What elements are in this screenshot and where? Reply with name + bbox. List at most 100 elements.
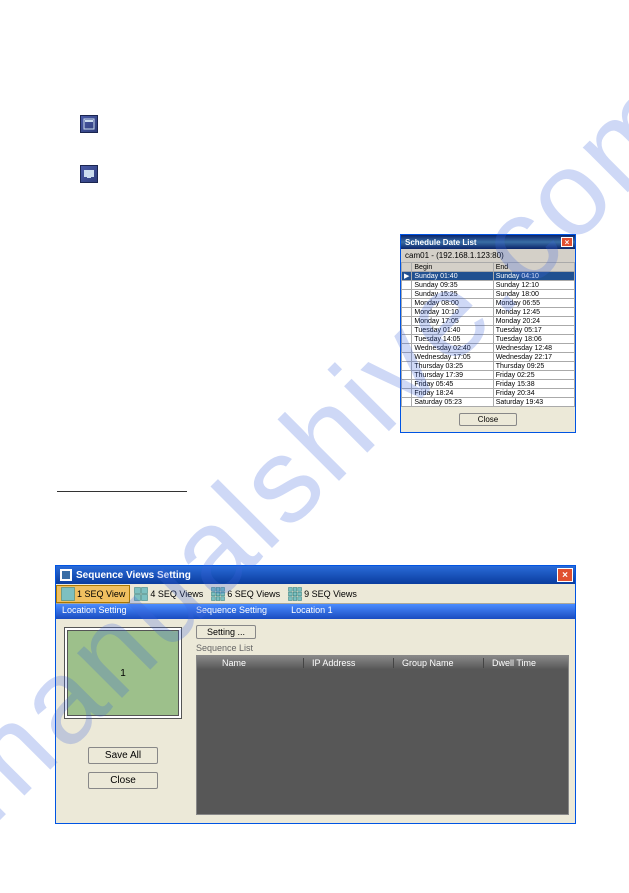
cell-begin: Tuesday 14:05 <box>412 335 493 344</box>
row-marker <box>402 344 412 353</box>
row-marker <box>402 362 412 371</box>
row-marker <box>402 317 412 326</box>
seq-header-label: Sequence Setting <box>196 605 267 618</box>
location-setting-header: Location Setting <box>56 604 190 619</box>
row-marker <box>402 326 412 335</box>
table-row[interactable]: Wednesday 02:40Wednesday 12:48 <box>402 344 575 353</box>
grid-icon <box>288 587 302 601</box>
location-setting-panel: Location Setting 1 Save All Close <box>56 604 190 823</box>
table-row[interactable]: Tuesday 01:40Tuesday 05:17 <box>402 326 575 335</box>
row-marker <box>402 389 412 398</box>
sequence-list: Name IP Address Group Name Dwell Time <box>196 655 569 815</box>
seq-header-loc: Location 1 <box>291 605 333 618</box>
table-row[interactable]: Saturday 05:23Saturday 19:43 <box>402 398 575 407</box>
table-row[interactable]: Tuesday 14:05Tuesday 18:06 <box>402 335 575 344</box>
cell-begin: Monday 10:10 <box>412 308 493 317</box>
cell-begin: Sunday 09:35 <box>412 281 493 290</box>
cell-end: Friday 15:38 <box>493 380 574 389</box>
cell-end: Wednesday 12:48 <box>493 344 574 353</box>
table-row[interactable]: Monday 08:00Monday 06:55 <box>402 299 575 308</box>
toolbar-item-1[interactable]: 1 SEQ View <box>56 585 130 603</box>
row-marker <box>402 281 412 290</box>
cell-end: Sunday 04:10 <box>493 272 574 281</box>
table-row[interactable]: Sunday 09:35Sunday 12:10 <box>402 281 575 290</box>
cell-end: Tuesday 18:06 <box>493 335 574 344</box>
save-all-button[interactable]: Save All <box>88 747 158 764</box>
divider-line <box>57 491 187 492</box>
close-icon[interactable]: × <box>561 237 573 247</box>
row-marker <box>402 290 412 299</box>
cell-begin: Thursday 17:39 <box>412 371 493 380</box>
cell-begin: Saturday 05:23 <box>412 398 493 407</box>
cell-begin: Wednesday 02:40 <box>412 344 493 353</box>
toolbar-item-label: 9 SEQ Views <box>304 589 357 599</box>
table-row[interactable]: Thursday 17:39Friday 02:25 <box>402 371 575 380</box>
app-icon <box>60 569 72 581</box>
schedule-titlebar: Schedule Date List × <box>401 235 575 249</box>
cell-end: Thursday 09:25 <box>493 362 574 371</box>
toolbar-item-label: 4 SEQ Views <box>150 589 203 599</box>
row-marker: ▶ <box>402 272 412 281</box>
setting-button[interactable]: Setting ... <box>196 625 256 639</box>
col-dwell: Dwell Time <box>484 658 568 668</box>
cell-end: Monday 06:55 <box>493 299 574 308</box>
sequence-setting-header: Sequence Setting Location 1 <box>190 604 575 619</box>
table-row[interactable]: Friday 05:45Friday 15:38 <box>402 380 575 389</box>
col-group: Group Name <box>394 658 484 668</box>
col-ip: IP Address <box>304 658 394 668</box>
row-marker <box>402 398 412 407</box>
location-thumbnail[interactable]: 1 <box>67 630 179 716</box>
table-row[interactable]: Wednesday 17:05Wednesday 22:17 <box>402 353 575 362</box>
cell-end: Monday 12:45 <box>493 308 574 317</box>
cell-begin: Monday 08:00 <box>412 299 493 308</box>
schedule-title: Schedule Date List <box>405 238 477 247</box>
seq-toolbar: 1 SEQ View 4 SEQ Views 6 SEQ Views 9 SEQ Vi… <box>56 584 575 604</box>
toolbar-item-label: 6 SEQ Views <box>227 589 280 599</box>
toolbar-item-2[interactable]: 4 SEQ Views <box>130 585 207 603</box>
row-marker <box>402 353 412 362</box>
col-arrow <box>402 263 412 272</box>
cell-begin: Sunday 01:40 <box>412 272 493 281</box>
screen-thumb-icon <box>80 165 98 183</box>
col-begin: Begin <box>412 263 493 272</box>
schedule-date-list-dialog: Schedule Date List × cam01 - (192.168.1.… <box>400 234 576 433</box>
table-row[interactable]: Monday 17:05Monday 20:24 <box>402 317 575 326</box>
toolbar-item-4[interactable]: 9 SEQ Views <box>284 585 361 603</box>
schedule-table: Begin End ▶Sunday 01:40Sunday 04:10Sunda… <box>401 262 575 407</box>
seq-title: Sequence Views Setting <box>76 570 191 581</box>
seq-titlebar: Sequence Views Setting × <box>56 566 575 584</box>
cell-begin: Tuesday 01:40 <box>412 326 493 335</box>
table-row[interactable]: Thursday 03:25Thursday 09:25 <box>402 362 575 371</box>
window-thumb-icon <box>80 115 98 133</box>
row-marker <box>402 371 412 380</box>
table-row[interactable]: Monday 10:10Monday 12:45 <box>402 308 575 317</box>
table-row[interactable]: Sunday 15:25Sunday 18:00 <box>402 290 575 299</box>
toolbar-item-3[interactable]: 6 SEQ Views <box>207 585 284 603</box>
toolbar-item-label: 1 SEQ View <box>77 589 125 599</box>
row-marker <box>402 380 412 389</box>
cell-end: Sunday 18:00 <box>493 290 574 299</box>
close-icon[interactable]: × <box>557 568 573 582</box>
table-row[interactable]: ▶Sunday 01:40Sunday 04:10 <box>402 272 575 281</box>
row-marker <box>402 335 412 344</box>
cell-end: Friday 02:25 <box>493 371 574 380</box>
cell-end: Sunday 12:10 <box>493 281 574 290</box>
sequence-list-label: Sequence List <box>196 643 569 653</box>
grid-icon <box>134 587 148 601</box>
schedule-caption: cam01 - (192.168.1.123:80) <box>401 249 575 262</box>
cell-begin: Wednesday 17:05 <box>412 353 493 362</box>
seq-close-button[interactable]: Close <box>88 772 158 789</box>
cell-begin: Friday 18:24 <box>412 389 493 398</box>
row-marker <box>402 299 412 308</box>
table-row[interactable]: Friday 18:24Friday 20:34 <box>402 389 575 398</box>
sequence-list-columns: Name IP Address Group Name Dwell Time <box>197 656 568 670</box>
sequence-views-setting-dialog: Sequence Views Setting × 1 SEQ View 4 SEQ… <box>55 565 576 824</box>
col-name: Name <box>214 658 304 668</box>
grid-icon <box>211 587 225 601</box>
sequence-setting-panel: Sequence Setting Location 1 Setting ... … <box>190 604 575 823</box>
thumb-label: 1 <box>120 668 126 679</box>
cell-end: Tuesday 05:17 <box>493 326 574 335</box>
schedule-close-button[interactable]: Close <box>459 413 517 426</box>
cell-end: Friday 20:34 <box>493 389 574 398</box>
col-end: End <box>493 263 574 272</box>
